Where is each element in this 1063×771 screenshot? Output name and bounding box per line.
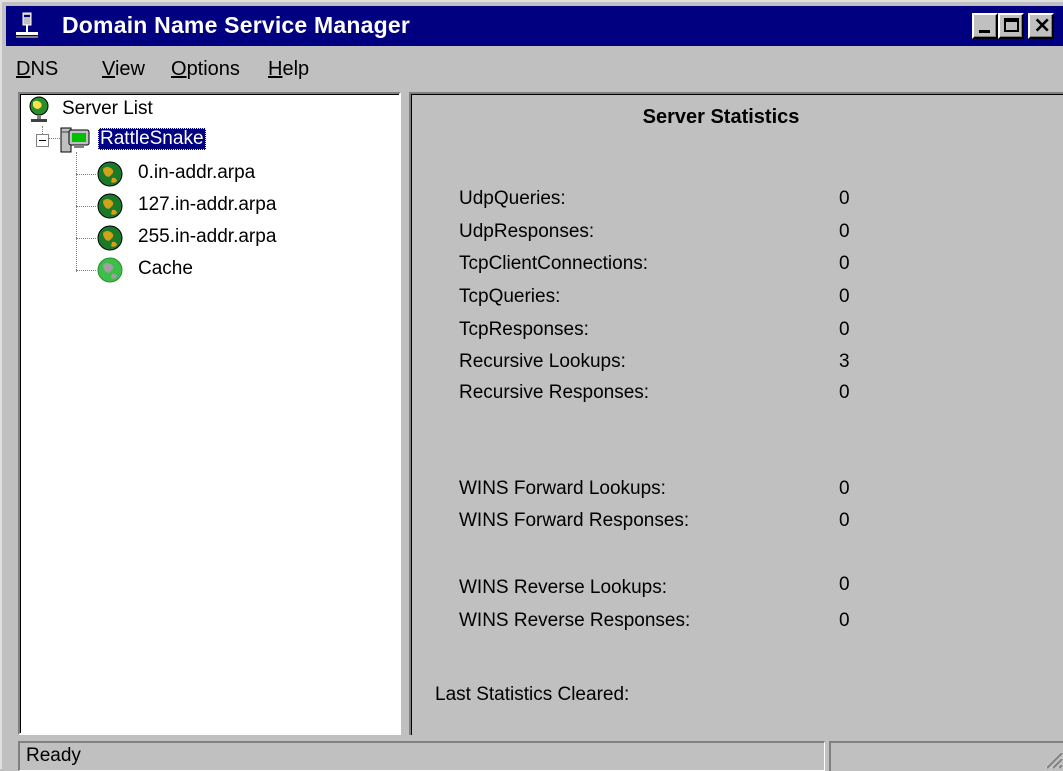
stat-label: WINS Reverse Lookups: xyxy=(459,577,668,598)
stat-label: WINS Reverse Responses: xyxy=(459,610,691,631)
minimize-button[interactable] xyxy=(972,13,998,39)
menu-dns-accel: D xyxy=(16,58,31,80)
stat-label: TcpResponses: xyxy=(459,319,589,340)
stat-value: 0 xyxy=(839,253,850,274)
globe-icon xyxy=(97,193,123,219)
menu-options-label: ptions xyxy=(186,58,240,80)
server-list-icon xyxy=(29,96,49,122)
stat-label: UdpQueries: xyxy=(459,188,566,209)
close-button[interactable]: × xyxy=(1028,13,1054,39)
close-icon: × xyxy=(1033,13,1052,38)
title-bar[interactable]: Domain Name Service Manager × xyxy=(6,6,1063,46)
stat-value: 0 xyxy=(839,478,850,499)
stat-value: 0 xyxy=(839,188,850,209)
tree-label-cache: Cache xyxy=(138,258,193,279)
menu-options-accel: O xyxy=(171,58,187,80)
tree-item-zone[interactable]: 255.in-addr.arpa xyxy=(24,224,394,254)
stat-label: TcpClientConnections: xyxy=(459,253,649,274)
tree-item-zone[interactable]: 127.in-addr.arpa xyxy=(24,192,394,222)
statistics-pane: Server Statistics UdpQueries: 0 UdpRespo… xyxy=(409,92,1063,735)
stat-value: 0 xyxy=(839,286,850,307)
menu-view-accel: V xyxy=(102,58,115,80)
maximize-button[interactable] xyxy=(998,13,1024,39)
stat-label: UdpResponses: xyxy=(459,221,595,242)
last-cleared-label: Last Statistics Cleared: xyxy=(435,684,630,705)
globe-icon xyxy=(97,161,123,187)
tree-item-zone[interactable]: 0.in-addr.arpa xyxy=(24,160,394,190)
statistics-title: Server Statistics xyxy=(642,106,800,128)
menu-dns[interactable]: DNS xyxy=(16,58,58,81)
stat-label: Recursive Responses: xyxy=(459,382,650,403)
tree-item-cache[interactable]: Cache xyxy=(24,256,394,286)
dns-app-icon[interactable] xyxy=(14,12,40,40)
stat-value: 3 xyxy=(839,351,850,372)
stat-value: 0 xyxy=(839,510,850,531)
minimize-icon xyxy=(979,30,990,33)
window-title: Domain Name Service Manager xyxy=(62,12,410,38)
menu-help-label: elp xyxy=(282,58,310,80)
collapse-icon[interactable] xyxy=(36,134,49,147)
pane-splitter[interactable] xyxy=(401,92,409,735)
stat-label: TcpQueries: xyxy=(459,286,561,307)
stat-value: 0 xyxy=(839,382,850,403)
menu-help-accel: H xyxy=(268,58,283,80)
menu-dns-label: NS xyxy=(30,58,59,80)
status-bar: Ready xyxy=(2,739,1063,771)
tree-label-server-list: Server List xyxy=(62,98,153,119)
server-icon xyxy=(60,127,90,153)
status-text: Ready xyxy=(18,741,825,771)
status-panel xyxy=(829,741,1063,771)
app-window: Domain Name Service Manager × DNS View O… xyxy=(0,0,1063,771)
server-tree-pane[interactable]: Server List RattleSnake 0.in-addr.arpa 1… xyxy=(18,92,401,735)
menu-view[interactable]: View xyxy=(102,58,145,81)
stat-value: 0 xyxy=(839,574,850,595)
globe-icon xyxy=(97,225,123,251)
tree-label-zone: 255.in-addr.arpa xyxy=(138,226,277,247)
stat-label: WINS Forward Lookups: xyxy=(459,478,666,499)
stat-label: WINS Forward Responses: xyxy=(459,510,690,531)
resize-grip-icon[interactable] xyxy=(1041,747,1063,769)
menu-view-label: iew xyxy=(114,58,145,80)
cache-globe-icon xyxy=(97,257,123,283)
stat-label: Recursive Lookups: xyxy=(459,351,626,372)
stat-value: 0 xyxy=(839,610,850,631)
maximize-icon xyxy=(1004,18,1019,32)
stat-value: 0 xyxy=(839,221,850,242)
tree-label-zone: 127.in-addr.arpa xyxy=(138,194,277,215)
menu-bar: DNS View Options Help xyxy=(6,52,1063,88)
stat-value: 0 xyxy=(839,319,850,340)
menu-help[interactable]: Help xyxy=(268,58,309,81)
menu-options[interactable]: Options xyxy=(171,58,240,81)
tree-label-server: RattleSnake xyxy=(98,128,206,150)
tree-label-zone: 0.in-addr.arpa xyxy=(138,162,256,183)
